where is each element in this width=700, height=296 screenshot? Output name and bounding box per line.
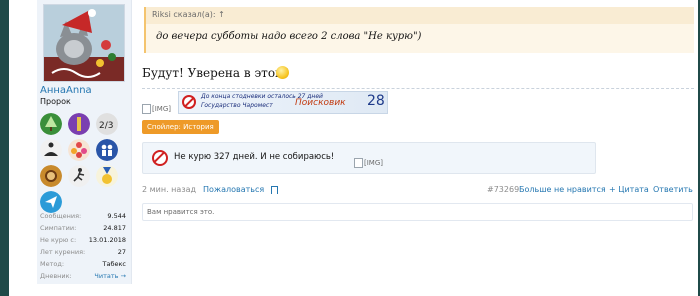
- quote-block: Riksi сказал(а): ↑ до вечера субботы над…: [144, 7, 694, 53]
- smile-emoji-icon: [276, 66, 289, 79]
- reply-link[interactable]: Ответить: [653, 185, 693, 194]
- broken-image: [IMG]: [142, 104, 171, 114]
- banner-search-label: Поисковик: [295, 98, 346, 108]
- unlike-link[interactable]: Больше не нравится: [519, 185, 606, 194]
- quote-link[interactable]: + Цитата: [609, 185, 649, 194]
- lion-badge-icon[interactable]: [40, 165, 62, 187]
- stat-label: Дневник:: [40, 272, 72, 280]
- smoker-badge-icon[interactable]: [68, 113, 90, 135]
- avatar[interactable]: [43, 4, 125, 82]
- stat-row-likes: Симпатии: 24.817: [40, 222, 126, 234]
- countdown-banner[interactable]: До конца стодневки осталось 27 дней Госу…: [178, 91, 388, 114]
- no-smoking-icon: [182, 95, 196, 109]
- stat-label: Симпатии:: [40, 224, 77, 232]
- likes-summary-text: Вам нравится это.: [147, 208, 215, 216]
- signature-broken-image: [IMG]: [354, 158, 383, 168]
- forum-post: АннаAnna Пророк 2/3 Сообщения: 9.544 Сим…: [9, 0, 698, 296]
- stat-label: Сообщения:: [40, 212, 82, 220]
- signature-divider: [142, 88, 694, 89]
- quote-text: до вечера субботы надо всего 2 слова "Не…: [156, 31, 422, 42]
- post-time[interactable]: 2 мин. назад: [142, 185, 196, 194]
- broken-image-icon: [354, 158, 363, 168]
- stat-value: 13.01.2018: [88, 236, 126, 244]
- calendar-badge-icon[interactable]: 2/3: [96, 113, 118, 135]
- no-smoking-icon: [152, 150, 168, 166]
- meditation-badge-icon[interactable]: [40, 139, 62, 161]
- stat-value: Табекс: [102, 260, 126, 268]
- tree-badge-icon[interactable]: [40, 113, 62, 135]
- diary-link[interactable]: Читать →: [94, 270, 126, 282]
- running-badge-icon[interactable]: [68, 165, 90, 187]
- signature-text: Не курю 327 дней. И не собираюсь!: [174, 152, 335, 162]
- broken-image-label: [IMG]: [152, 105, 171, 113]
- stat-value: 9.544: [107, 212, 126, 220]
- stat-label: Лет курения:: [40, 248, 86, 256]
- stat-row-years-smoking: Лет курения: 27: [40, 246, 126, 258]
- message-text: Будут! Уверена в этом!: [142, 66, 290, 80]
- bookmark-icon[interactable]: [271, 186, 278, 194]
- post-id[interactable]: #73269: [487, 185, 519, 194]
- people-badge-icon[interactable]: [96, 139, 118, 161]
- stat-row-quit-date: Не курю с: 13.01.2018: [40, 234, 126, 246]
- user-stats: Сообщения: 9.544 Симпатии: 24.817 Не кур…: [40, 210, 126, 282]
- likes-summary: Вам нравится это.: [142, 203, 693, 221]
- quote-author-link[interactable]: Riksi сказал(а): ↑: [152, 10, 225, 19]
- user-info-panel: АннаAnna Пророк 2/3 Сообщения: 9.544 Сим…: [37, 0, 132, 284]
- stat-row-diary: Дневник: Читать →: [40, 270, 126, 282]
- stat-value: 27: [117, 248, 126, 256]
- signature-box: Не курю 327 дней. И не собираюсь! [IMG]: [142, 142, 596, 174]
- svg-text:2/3: 2/3: [99, 121, 113, 131]
- username-link[interactable]: АннаAnna: [40, 85, 92, 96]
- stat-value: 24.817: [103, 224, 126, 232]
- banner-number: 28: [367, 93, 385, 109]
- medal-badge-icon[interactable]: [96, 165, 118, 187]
- user-title: Пророк: [40, 97, 71, 106]
- stat-label: Не курю с:: [40, 236, 77, 244]
- stat-row-method: Метод: Табекс: [40, 258, 126, 270]
- stat-row-messages: Сообщения: 9.544: [40, 210, 126, 222]
- stat-label: Метод:: [40, 260, 65, 268]
- broken-image-icon: [142, 104, 151, 114]
- spoiler-button[interactable]: Спойлер: История: [142, 120, 219, 134]
- banner-line-2: Государство Чаромест: [201, 102, 273, 109]
- quote-header: Riksi сказал(а): ↑: [146, 7, 694, 24]
- broken-image-label: [IMG]: [364, 159, 383, 167]
- flower-badge-icon[interactable]: [68, 139, 90, 161]
- badges-grid: 2/3: [40, 113, 120, 213]
- report-link[interactable]: Пожаловаться: [203, 185, 264, 194]
